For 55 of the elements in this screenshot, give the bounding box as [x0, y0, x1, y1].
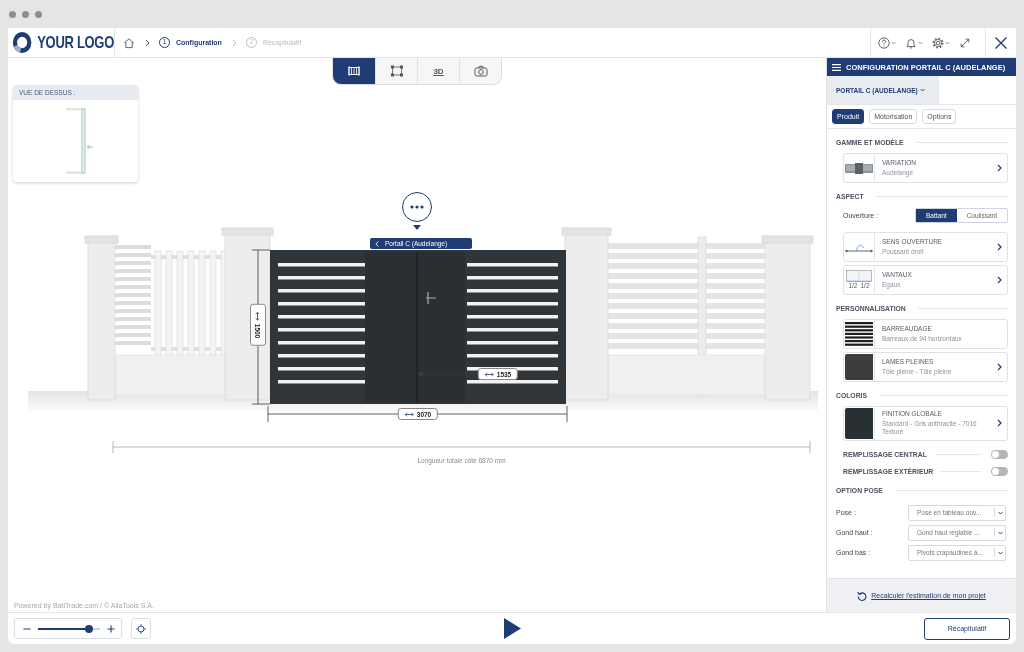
caret-icon [997, 530, 1003, 535]
view-tab[interactable] [333, 58, 375, 84]
chevron-right-icon [996, 243, 1002, 251]
double-arrow-icon [255, 311, 261, 321]
logo-ring-icon [12, 31, 33, 54]
frame-corners-icon [389, 65, 404, 77]
double-panel-icon [846, 270, 872, 283]
slider-thumb[interactable] [84, 624, 93, 633]
top-view-drawing [65, 108, 96, 174]
caret-icon [945, 40, 950, 45]
chevron-right-icon [145, 38, 150, 47]
close-button[interactable] [994, 35, 1008, 50]
toggle-switch[interactable] [991, 467, 1008, 477]
more-button[interactable] [402, 192, 432, 222]
down-triangle-icon [413, 225, 421, 230]
chevron-right-icon [996, 164, 1002, 172]
caret-icon [918, 40, 923, 45]
home-icon [123, 36, 135, 49]
toggle-switch[interactable] [991, 450, 1008, 460]
double-arrow-icon [404, 411, 414, 417]
caret-icon [997, 550, 1003, 555]
double-arrow-icon [484, 371, 494, 377]
chevron-right-icon [231, 38, 237, 47]
chevron-right-icon [996, 419, 1002, 428]
caret-icon [997, 510, 1003, 515]
zoom-slider[interactable] [38, 624, 100, 633]
chevron-right-icon [996, 363, 1002, 371]
menu-icon [832, 63, 841, 71]
stripes-icon [845, 321, 873, 347]
caret-icon [919, 88, 925, 92]
gate-front-icon [347, 65, 361, 77]
zoom-in-button[interactable] [107, 624, 115, 633]
chevron-right-icon [996, 276, 1002, 284]
bell-icon [905, 36, 917, 49]
recenter-button[interactable] [131, 618, 151, 639]
caret-icon [891, 40, 896, 45]
settings-icon [932, 36, 944, 49]
play-button[interactable] [503, 618, 521, 639]
window-dot-icon [9, 10, 16, 18]
window-dot-icon [22, 10, 29, 18]
more-icon [410, 205, 424, 209]
logo-text: YOUR LOGO [37, 32, 114, 53]
expand-icon [959, 36, 971, 49]
play-icon [503, 618, 521, 639]
crosshair-icon [136, 623, 146, 634]
help-button[interactable] [878, 35, 896, 50]
settings-button[interactable] [932, 35, 950, 50]
chevron-left-icon [375, 240, 379, 247]
help-icon [878, 36, 890, 49]
window-dot-icon [35, 10, 42, 18]
gate-icon [845, 162, 873, 174]
refresh-icon [857, 590, 868, 601]
plus-icon [107, 624, 115, 633]
close-icon [994, 35, 1008, 50]
camera-icon [473, 65, 488, 77]
